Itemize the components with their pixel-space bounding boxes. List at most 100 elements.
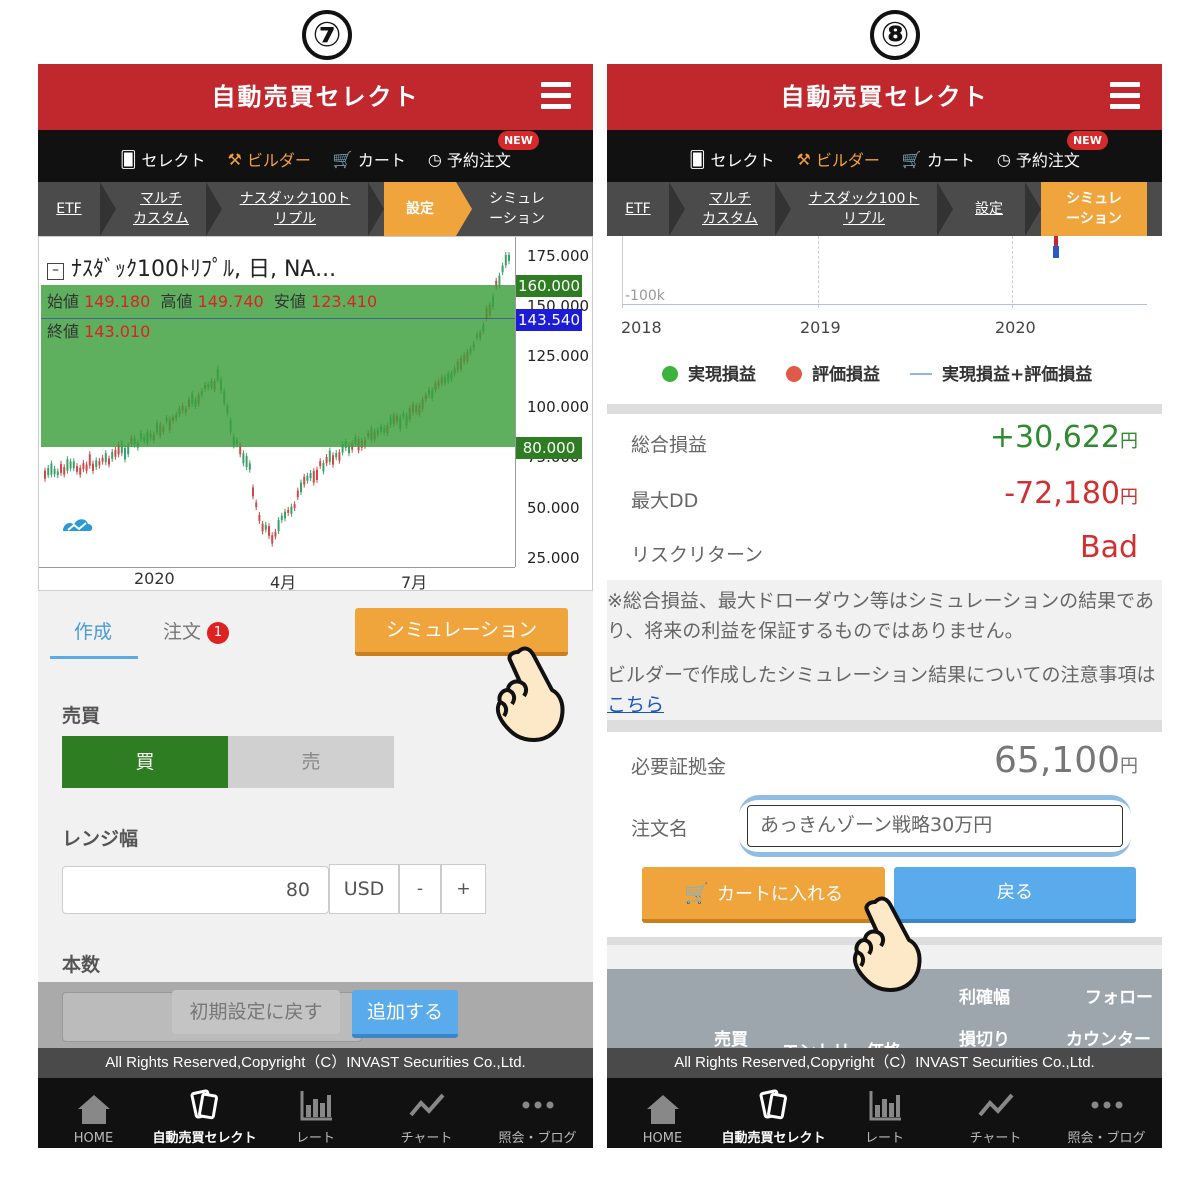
- tab-order[interactable]: 注文 1: [163, 617, 230, 644]
- candle-body: [114, 449, 117, 457]
- y-tick: 25.000: [527, 549, 580, 563]
- tab-builder[interactable]: ⚒ ビルダー: [797, 147, 880, 171]
- candle-body: [293, 504, 296, 509]
- breadcrumb-separator: [775, 182, 791, 236]
- nav-rate[interactable]: レート: [260, 1078, 371, 1148]
- divider: [607, 720, 1162, 732]
- tab-reserve-order[interactable]: ◷ 予約注文 NEW: [428, 131, 539, 171]
- candle-body: [328, 450, 331, 462]
- legend-line-blue: [910, 373, 932, 375]
- breadcrumb-nasdaq[interactable]: ナスダック100ト リプル: [791, 182, 937, 236]
- legend-label: 評価損益: [812, 365, 880, 385]
- top-tabs: 🂠 セレクト ⚒ ビルダー 🛒 カート ◷ 予約注文 NEW: [38, 130, 593, 182]
- legend-unrealized: 評価損益: [786, 360, 880, 385]
- cart-icon: 🛒: [684, 881, 709, 905]
- breadcrumb-etf[interactable]: ETF: [38, 182, 100, 236]
- breadcrumb-multi-custom[interactable]: マルチ カスタム: [685, 182, 775, 236]
- app-title: 自動売買セレクト: [780, 83, 989, 111]
- increment-button[interactable]: +: [441, 864, 486, 914]
- new-badge: NEW: [497, 131, 539, 150]
- margin-value: 65,100円: [994, 740, 1138, 781]
- tab-select[interactable]: 🂠 セレクト: [120, 147, 205, 171]
- buy-button[interactable]: 買: [62, 736, 228, 788]
- cards-icon: [759, 1089, 787, 1120]
- candle-body: [72, 461, 75, 469]
- sell-button[interactable]: 売: [228, 736, 394, 788]
- decrement-button[interactable]: -: [399, 864, 441, 914]
- breadcrumb-settings[interactable]: 設定: [953, 182, 1025, 236]
- order-count-badge: 1: [207, 622, 230, 644]
- gridline: [1012, 236, 1013, 308]
- add-button[interactable]: 追加する: [352, 990, 458, 1038]
- legend-total: 実現損益+評価損益: [910, 360, 1092, 385]
- table-header: 売買: [714, 1030, 748, 1050]
- nav-home[interactable]: HOME: [38, 1078, 149, 1148]
- tab-reserve-order[interactable]: ◷ 予約注文 NEW: [997, 131, 1108, 171]
- candle-body: [296, 490, 299, 498]
- range-input[interactable]: 80: [62, 866, 329, 914]
- max-dd-label: 最大DD: [631, 490, 699, 512]
- reset-button[interactable]: 初期設定に戻す: [172, 990, 340, 1034]
- back-button[interactable]: 戻る: [894, 867, 1136, 923]
- cart-icon: 🛒: [332, 149, 353, 169]
- tab-select[interactable]: 🂠 セレクト: [689, 147, 774, 171]
- candle-body: [258, 515, 261, 521]
- nav-auto-trade-select[interactable]: 自動売買セレクト: [718, 1078, 829, 1148]
- app-header: 自動売買セレクト: [38, 64, 593, 130]
- bottom-nav: HOME 自動売買セレクト レート チャート 照会・ブログ: [607, 1078, 1162, 1148]
- y-axis: [622, 236, 623, 308]
- candle-body: [303, 476, 306, 485]
- nav-chart[interactable]: チャート: [940, 1078, 1051, 1148]
- app-header: 自動売買セレクト: [607, 64, 1162, 130]
- nav-chart[interactable]: チャート: [371, 1078, 482, 1148]
- collapse-icon[interactable]: –: [47, 263, 64, 280]
- x-tick: 7月: [401, 573, 428, 592]
- nav-inquiry-blog[interactable]: 照会・ブログ: [1051, 1078, 1162, 1148]
- results-panel: 総合損益 +30,622円 最大DD -72,180円 リスクリターン Bad: [607, 414, 1162, 580]
- breadcrumb-nasdaq[interactable]: ナスダック100ト リプル: [222, 182, 368, 236]
- candle-body: [104, 453, 107, 463]
- hamburger-menu-icon[interactable]: [541, 82, 571, 110]
- tab-builder[interactable]: ⚒ ビルダー: [228, 147, 311, 171]
- nav-label: チャート: [400, 1131, 453, 1146]
- hamburger-menu-icon[interactable]: [1110, 82, 1140, 110]
- tab-create[interactable]: 作成: [74, 617, 112, 644]
- close-value: 143.010: [84, 322, 151, 341]
- pnl-chart: -100k 2018 2019 2020 実現損益 評価損益 実現損益+評価損益: [607, 236, 1162, 408]
- chart-legend: 実現損益 評価損益 実現損益+評価損益: [662, 360, 1092, 385]
- crumb-line: リプル: [274, 211, 316, 227]
- tab-cart[interactable]: 🛒 カート: [902, 147, 975, 171]
- breadcrumb-simulation[interactable]: シミュレ ーション: [472, 182, 562, 236]
- table-header: 損切り: [959, 1030, 1010, 1050]
- nav-label: チャート: [969, 1131, 1022, 1146]
- tab-cart[interactable]: 🛒 カート: [333, 147, 406, 171]
- candle-body: [242, 453, 245, 464]
- candle-body: [79, 467, 82, 475]
- nav-auto-trade-select[interactable]: 自動売買セレクト: [149, 1078, 260, 1148]
- crumb-line: リプル: [843, 211, 885, 227]
- nav-home[interactable]: HOME: [607, 1078, 718, 1148]
- candle-body: [53, 468, 56, 475]
- cards-icon: 🂠: [689, 149, 706, 169]
- candle-body: [255, 502, 258, 508]
- price-chart[interactable]: – ﾅｽﾀﾞｯｸ100ﾄﾘﾌﾟﾙ, 日, NA... 始値 149.180 高値…: [38, 236, 593, 592]
- candle-body: [66, 459, 69, 471]
- x-tick: 4月: [270, 573, 297, 592]
- range-label: レンジ幅: [62, 828, 139, 850]
- nav-label: レート: [295, 1131, 335, 1146]
- breadcrumb-simulation[interactable]: シミュレ ーション: [1041, 182, 1147, 236]
- candle-body: [101, 457, 104, 462]
- crumb-line: カスタム: [133, 211, 189, 227]
- breadcrumb-settings[interactable]: 設定: [384, 182, 456, 236]
- yen-unit: 円: [1120, 487, 1138, 508]
- currency-label: USD: [329, 864, 399, 914]
- nav-rate[interactable]: レート: [829, 1078, 940, 1148]
- nav-inquiry-blog[interactable]: 照会・ブログ: [482, 1078, 593, 1148]
- breadcrumb-etf[interactable]: ETF: [607, 182, 669, 236]
- candle-body: [50, 463, 53, 475]
- baseline: [622, 304, 1147, 305]
- breadcrumb-multi-custom[interactable]: マルチ カスタム: [116, 182, 206, 236]
- note-link[interactable]: こちら: [607, 694, 664, 716]
- candle-body: [274, 531, 277, 537]
- order-name-input[interactable]: あっきんゾーン戦略30万円: [747, 805, 1123, 847]
